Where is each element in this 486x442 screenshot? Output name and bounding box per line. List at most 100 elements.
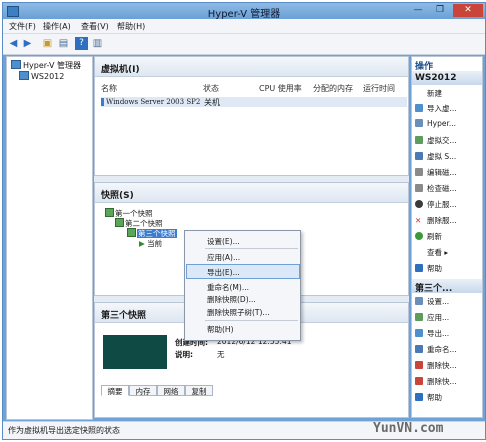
action-stop-service[interactable]: 停止服... bbox=[415, 199, 457, 210]
menu-action[interactable]: 操作(A) bbox=[43, 21, 71, 32]
server-manager-icon bbox=[11, 60, 21, 69]
close-button[interactable]: ✕ bbox=[453, 4, 483, 17]
action-label: 查看 bbox=[427, 248, 442, 257]
menu-highlight bbox=[186, 264, 300, 279]
column-header-state[interactable]: 状态 bbox=[203, 83, 219, 94]
menu-separator bbox=[205, 320, 298, 321]
action-label: 虚拟交... bbox=[427, 136, 457, 145]
tree-item-ws2012[interactable]: WS2012 bbox=[19, 71, 64, 81]
title-bar[interactable]: Hyper-V 管理器 — ❐ ✕ bbox=[3, 3, 485, 20]
vm-section: 虚拟机(I) 名称 状态 CPU 使用率 分配的内存 运行时间 Windows … bbox=[94, 56, 409, 176]
export-icon bbox=[415, 329, 423, 337]
snapshot-label: 当前 bbox=[147, 239, 163, 248]
snapshot-icon bbox=[127, 228, 136, 237]
action-virtual-san[interactable]: 虚拟 S... bbox=[415, 151, 456, 162]
column-header-cpu[interactable]: CPU 使用率 bbox=[259, 83, 302, 94]
action-remove-server[interactable]: ✕ 删除服... bbox=[415, 215, 457, 226]
action-label: 帮助 bbox=[427, 393, 442, 402]
actions-group-ws2012[interactable]: WS2012 bbox=[412, 71, 482, 85]
notes-label: 说明: bbox=[175, 350, 193, 359]
folder-icon[interactable]: ▣ bbox=[41, 37, 54, 50]
vm-name: Windows Server 2003 SP2 bbox=[106, 98, 201, 106]
app-window: Hyper-V 管理器 — ❐ ✕ 文件(F) 操作(A) 查看(V) 帮助(H… bbox=[2, 2, 486, 440]
menu-item-export[interactable]: 导出(E)... bbox=[207, 267, 240, 278]
action-label: 帮助 bbox=[427, 264, 442, 273]
menu-item-help[interactable]: 帮助(H) bbox=[207, 324, 234, 335]
snapshot-label: 第一个快照 bbox=[115, 209, 153, 218]
action-label: 检查磁... bbox=[427, 184, 457, 193]
action-snapshot-settings[interactable]: 设置... bbox=[415, 296, 449, 307]
action-import[interactable]: 导入虚... bbox=[415, 103, 457, 114]
properties-icon[interactable]: ▤ bbox=[57, 37, 70, 50]
vm-state: 关机 bbox=[204, 98, 220, 107]
action-virtual-switch[interactable]: 虚拟交... bbox=[415, 135, 457, 146]
action-snapshot-rename[interactable]: 重命名... bbox=[415, 344, 457, 355]
action-label: 应用... bbox=[427, 313, 450, 322]
menu-help[interactable]: 帮助(H) bbox=[117, 21, 145, 32]
menu-item-settings[interactable]: 设置(E)... bbox=[207, 236, 240, 247]
action-label: 新建 bbox=[427, 89, 442, 98]
action-hyperv-settings[interactable]: Hyper... bbox=[415, 119, 456, 128]
action-new[interactable]: 新建 bbox=[415, 88, 442, 99]
apply-icon bbox=[415, 313, 423, 321]
help-icon bbox=[415, 264, 423, 272]
menu-item-apply[interactable]: 应用(A)... bbox=[207, 252, 240, 263]
actions-group-snapshot[interactable]: 第三个... bbox=[412, 279, 482, 294]
action-snapshot-help[interactable]: 帮助 bbox=[415, 392, 442, 403]
action-snapshot-export[interactable]: 导出... bbox=[415, 328, 449, 339]
menu-item-delete-subtree[interactable]: 删除快照子树(T)... bbox=[207, 307, 270, 318]
action-inspect-disk[interactable]: 检查磁... bbox=[415, 183, 457, 194]
rename-icon bbox=[415, 345, 423, 353]
server-icon bbox=[19, 71, 29, 80]
menu-item-delete-snapshot[interactable]: 删除快照(D)... bbox=[207, 294, 256, 305]
column-header-name[interactable]: 名称 bbox=[101, 83, 117, 94]
help-icon bbox=[415, 393, 423, 401]
action-snapshot-delete-subtree[interactable]: 删除快... bbox=[415, 376, 457, 387]
console-icon[interactable]: ▥ bbox=[91, 37, 104, 50]
action-label: 导入虚... bbox=[427, 104, 457, 113]
inspect-disk-icon bbox=[415, 184, 423, 192]
section-title: 虚拟机(I) bbox=[95, 57, 408, 77]
action-help[interactable]: 帮助 bbox=[415, 263, 442, 274]
menu-bar: 文件(F) 操作(A) 查看(V) 帮助(H) bbox=[3, 19, 485, 34]
tab-summary[interactable]: 摘要 bbox=[101, 385, 129, 396]
action-label: 删除服... bbox=[427, 216, 457, 225]
disk-icon bbox=[415, 168, 423, 176]
refresh-icon bbox=[415, 232, 423, 240]
snapshot-label: 第三个快照 bbox=[137, 229, 177, 238]
tab-replication[interactable]: 复制 bbox=[185, 385, 213, 396]
delete-subtree-icon bbox=[415, 377, 423, 385]
action-label: 导出... bbox=[427, 329, 450, 338]
column-header-memory[interactable]: 分配的内存 bbox=[313, 83, 353, 94]
minimize-button[interactable]: — bbox=[407, 4, 429, 17]
notes-value: 无 bbox=[217, 350, 225, 359]
maximize-button[interactable]: ❐ bbox=[429, 4, 451, 17]
switch-icon bbox=[415, 136, 423, 144]
watermark: YunVN.com bbox=[373, 421, 444, 436]
forward-icon[interactable]: ▶ bbox=[21, 37, 34, 50]
tab-memory[interactable]: 内存 bbox=[129, 385, 157, 396]
back-icon[interactable]: ◀ bbox=[7, 37, 20, 50]
navigation-tree: Hyper-V 管理器 WS2012 bbox=[6, 56, 93, 420]
play-arrow-icon: ▶ bbox=[139, 239, 145, 248]
tree-item-hyperv-manager[interactable]: Hyper-V 管理器 bbox=[11, 60, 81, 71]
table-row[interactable]: Windows Server 2003 SP2 关机 bbox=[101, 97, 407, 107]
menu-file[interactable]: 文件(F) bbox=[9, 21, 36, 32]
action-snapshot-apply[interactable]: 应用... bbox=[415, 312, 449, 323]
snapshot-item-current[interactable]: ▶ 当前 bbox=[139, 238, 162, 249]
action-edit-disk[interactable]: 编辑磁... bbox=[415, 167, 457, 178]
action-refresh[interactable]: 刷新 bbox=[415, 231, 442, 242]
column-header-uptime[interactable]: 运行时间 bbox=[363, 83, 395, 94]
action-snapshot-delete[interactable]: 删除快... bbox=[415, 360, 457, 371]
action-view[interactable]: 查看 ▸ bbox=[415, 247, 448, 258]
tab-network[interactable]: 网络 bbox=[157, 385, 185, 396]
menu-item-rename[interactable]: 重命名(M)... bbox=[207, 282, 249, 293]
action-label: 虚拟 S... bbox=[427, 152, 457, 161]
menu-view[interactable]: 查看(V) bbox=[81, 21, 109, 32]
delete-snapshot-icon bbox=[415, 361, 423, 369]
context-menu: 设置(E)... 应用(A)... 导出(E)... 重命名(M)... 删除快… bbox=[184, 230, 301, 341]
snapshot-icon bbox=[115, 218, 124, 227]
help-icon[interactable]: ? bbox=[75, 37, 88, 50]
actions-pane: 操作 WS2012 新建 导入虚... Hyper... 虚拟交... 虚拟 S… bbox=[411, 56, 483, 418]
remove-x-icon: ✕ bbox=[415, 216, 422, 225]
